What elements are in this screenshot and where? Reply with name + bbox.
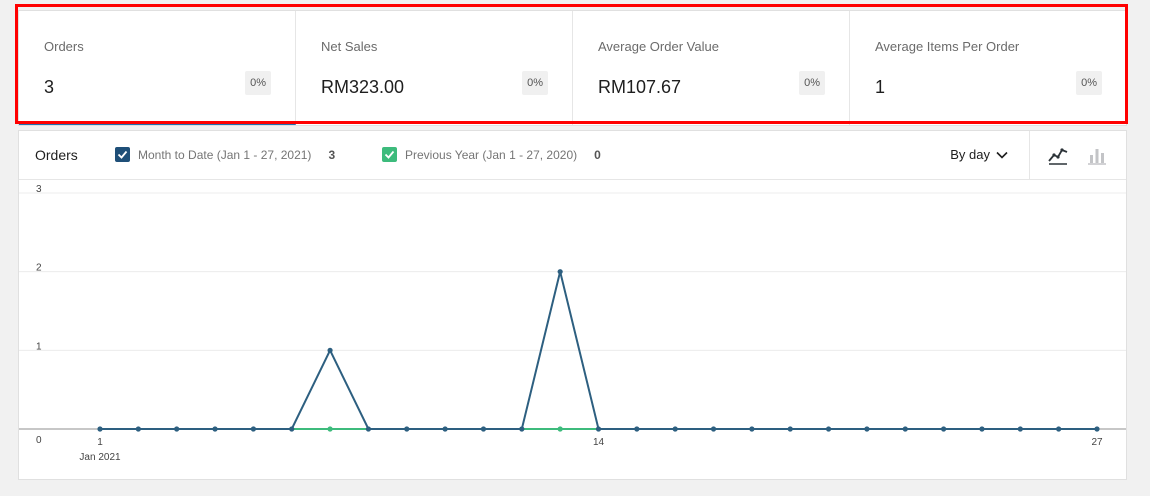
y-tick-label: 3 [36,184,42,195]
data-point [135,426,141,432]
data-point [595,426,602,432]
data-point [519,426,525,432]
data-point [634,426,640,432]
data-point [825,426,832,432]
data-point [327,426,333,432]
data-point [557,269,563,275]
card-label: Net Sales [321,39,378,54]
orders-line-chart: 0 1 2 3 1 14 27 Jan 2021 [19,184,1126,463]
data-point [941,426,947,432]
data-point [212,426,218,432]
x-tick-label: 14 [593,437,605,448]
data-point [672,426,678,432]
card-value: RM107.67 [598,77,682,97]
x-tick-label: 1 [97,437,103,448]
y-tick-label: 2 [36,263,42,274]
data-point [902,426,908,432]
data-point [97,426,103,432]
data-point [480,426,487,432]
data-point [1056,426,1062,432]
x-tick-label: 27 [1091,437,1103,448]
summary-card-average-items-per-order[interactable]: Average Items Per Order 1 0% [850,11,1126,125]
data-point [404,426,410,432]
card-value: 1 [875,77,886,97]
data-point [327,347,333,353]
data-point [979,426,985,432]
data-point [250,426,256,432]
card-delta-badge: 0% [1076,71,1102,95]
card-label: Average Items Per Order [875,39,1020,54]
summary-card-average-order-value[interactable]: Average Order Value RM107.67 0% [573,11,850,125]
data-point [864,426,870,432]
card-delta-badge: 0% [522,71,548,95]
data-point [174,426,180,432]
data-point [365,426,372,432]
data-point [749,426,755,432]
card-label: Orders [44,39,84,54]
card-value: 3 [44,77,55,97]
y-tick-label: 1 [36,341,42,352]
y-tick-label: 0 [36,435,42,446]
data-point [1017,426,1023,432]
data-point [787,426,793,432]
card-delta-badge: 0% [245,71,271,95]
summary-card-orders[interactable]: Orders 3 0% [19,11,296,125]
data-point [557,426,563,432]
card-label: Average Order Value [598,39,719,54]
card-delta-badge: 0% [799,71,825,95]
chart-panel: Orders Month to Date (Jan 1 - 27, 2021) … [18,130,1127,480]
summary-cards: Orders 3 0% Net Sales RM323.00 0% Averag… [18,10,1127,126]
data-point [1094,426,1100,432]
card-value: RM323.00 [321,77,405,97]
data-point [442,426,448,432]
data-point [289,426,295,432]
summary-card-net-sales[interactable]: Net Sales RM323.00 0% [296,11,573,125]
x-axis-sublabel: Jan 2021 [79,452,121,463]
data-point [710,426,717,432]
